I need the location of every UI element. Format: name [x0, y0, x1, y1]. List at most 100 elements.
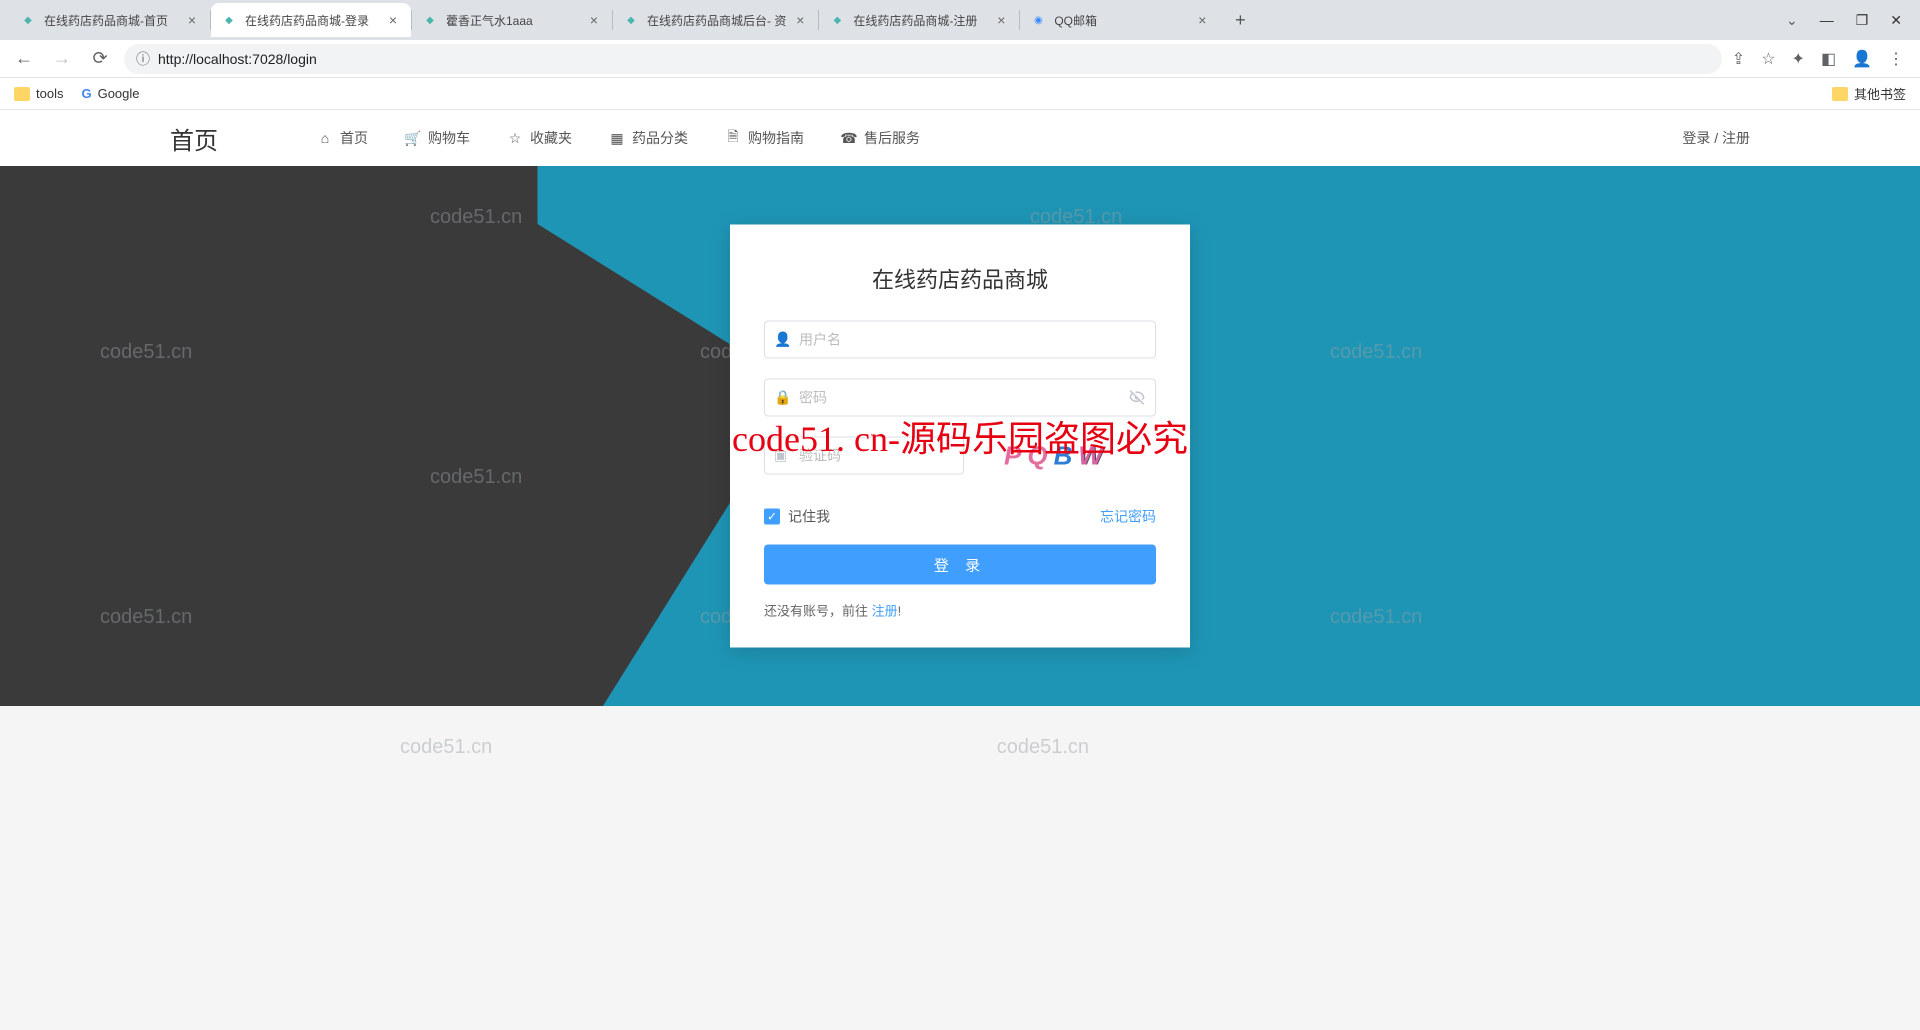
- tab-product[interactable]: ◆ 藿香正气水1aaa ×: [412, 3, 612, 37]
- nav-login-register[interactable]: 登录 / 注册: [1682, 128, 1750, 148]
- nav-item-categories[interactable]: ▦ 药品分类: [610, 128, 688, 148]
- close-icon[interactable]: ×: [993, 12, 1009, 28]
- extensions-icon[interactable]: ✦: [1792, 49, 1805, 69]
- remember-checkbox[interactable]: ✓ 记住我: [764, 507, 830, 527]
- watermark: code51.cn: [100, 341, 192, 364]
- forward-button[interactable]: →: [48, 45, 76, 73]
- favicon-icon: ◆: [221, 12, 237, 28]
- tab-admin[interactable]: ◆ 在线药店药品商城后台- 资 ×: [613, 3, 818, 37]
- url-input[interactable]: ⓘ http://localhost:7028/login: [124, 44, 1722, 74]
- watermark: code51.cn: [997, 736, 1089, 759]
- tab-title: QQ邮箱: [1054, 12, 1188, 29]
- eye-off-icon[interactable]: [1128, 389, 1146, 407]
- browser-chrome: ◆ 在线药店药品商城-首页 × ◆ 在线药店药品商城-登录 × ◆ 藿香正气水1…: [0, 0, 1920, 110]
- watermark: code51.cn: [430, 466, 522, 489]
- watermark: code51.cn: [1330, 606, 1422, 629]
- bookmarks-bar: tools G Google 其他书签: [0, 78, 1920, 110]
- doc-icon: 🗎: [726, 131, 740, 145]
- watermark: code51.cn: [400, 736, 492, 759]
- remember-label-text: 记住我: [788, 507, 830, 527]
- nav-label: 购物指南: [748, 128, 804, 148]
- favicon-icon: ◆: [422, 12, 438, 28]
- watermark: code51.cn: [100, 606, 192, 629]
- toolbar-icons: ⇪ ☆ ✦ ◧ 👤 ⋮: [1732, 49, 1910, 69]
- tab-title: 在线药店药品商城-首页: [44, 12, 178, 29]
- favicon-icon: ◆: [20, 12, 36, 28]
- tab-login[interactable]: ◆ 在线药店药品商城-登录 ×: [211, 3, 411, 37]
- nav-item-home[interactable]: ⌂ 首页: [318, 128, 368, 148]
- login-title: 在线药店药品商城: [764, 263, 1156, 295]
- close-icon[interactable]: ×: [792, 12, 808, 28]
- bookmark-other[interactable]: 其他书签: [1832, 84, 1906, 103]
- folder-icon: [14, 87, 30, 101]
- page-title: 首页: [170, 121, 218, 156]
- tab-register[interactable]: ◆ 在线药店药品商城-注册 ×: [819, 3, 1019, 37]
- tab-home[interactable]: ◆ 在线药店药品商城-首页 ×: [10, 3, 210, 37]
- minimize-icon[interactable]: ―: [1820, 12, 1834, 28]
- home-icon: ⌂: [318, 131, 332, 145]
- forgot-password-link[interactable]: 忘记密码: [1100, 507, 1156, 527]
- grid-icon: ▦: [610, 131, 624, 145]
- exclaim: !: [898, 604, 902, 619]
- captcha-image[interactable]: PQBW: [1004, 440, 1109, 471]
- close-icon[interactable]: ×: [1194, 12, 1210, 28]
- username-input[interactable]: [764, 321, 1156, 359]
- watermark: code51.cn: [1330, 341, 1422, 364]
- close-icon[interactable]: ×: [385, 12, 401, 28]
- tab-qqmail[interactable]: ◉ QQ邮箱 ×: [1020, 3, 1220, 37]
- favicon-icon: ◉: [1030, 12, 1046, 28]
- tab-dropdown-icon[interactable]: ⌄: [1786, 12, 1798, 29]
- back-button[interactable]: ←: [10, 45, 38, 73]
- remember-row: ✓ 记住我 忘记密码: [764, 507, 1156, 527]
- captcha-input[interactable]: [764, 437, 964, 475]
- window-controls: ⌄ ― ❐ ✕: [1768, 12, 1920, 29]
- captcha-row: ▣ PQBW: [764, 437, 1156, 475]
- nav-label: 药品分类: [632, 128, 688, 148]
- bookmark-star-icon[interactable]: ☆: [1761, 49, 1775, 69]
- sidepanel-icon[interactable]: ◧: [1821, 49, 1836, 69]
- close-icon[interactable]: ×: [586, 12, 602, 28]
- address-bar: ← → ⟳ ⓘ http://localhost:7028/login ⇪ ☆ …: [0, 40, 1920, 78]
- favicon-icon: ◆: [829, 12, 845, 28]
- password-input[interactable]: [764, 379, 1156, 417]
- page-footer: code51.cn code51.cn: [0, 706, 1920, 826]
- url-text: http://localhost:7028/login: [158, 51, 317, 67]
- register-link[interactable]: 注册: [872, 604, 898, 619]
- bookmark-label: Google: [98, 86, 140, 101]
- favicon-icon: ◆: [623, 12, 639, 28]
- close-icon[interactable]: ×: [184, 12, 200, 28]
- bookmark-google[interactable]: G Google: [81, 86, 139, 101]
- nav-item-guide[interactable]: 🗎 购物指南: [726, 128, 804, 148]
- nav-item-favorites[interactable]: ☆ 收藏夹: [508, 128, 572, 148]
- nav-label: 首页: [340, 128, 368, 148]
- reload-button[interactable]: ⟳: [86, 45, 114, 73]
- nav-label: 收藏夹: [530, 128, 572, 148]
- user-icon: 👤: [774, 331, 791, 348]
- profile-icon[interactable]: 👤: [1852, 49, 1872, 69]
- bookmark-tools[interactable]: tools: [14, 86, 63, 101]
- cart-icon: 🛒: [406, 131, 420, 145]
- lock-icon: 🔒: [774, 389, 791, 406]
- site-info-icon[interactable]: ⓘ: [136, 49, 150, 69]
- new-tab-button[interactable]: +: [1226, 6, 1254, 34]
- nav-item-service[interactable]: ☎售后服务: [842, 128, 920, 148]
- nav-item-cart[interactable]: 🛒 购物车: [406, 128, 470, 148]
- nav-items: ⌂ 首页 🛒 购物车 ☆ 收藏夹 ▦ 药品分类 🗎 购物指南 ☎售后服务: [318, 128, 920, 148]
- menu-icon[interactable]: ⋮: [1888, 49, 1904, 69]
- site-navbar: 首页 ⌂ 首页 🛒 购物车 ☆ 收藏夹 ▦ 药品分类 🗎 购物指南 ☎售后服务 登录 / …: [0, 110, 1920, 166]
- tab-title: 在线药店药品商城-注册: [853, 12, 987, 29]
- login-button[interactable]: 登 录: [764, 545, 1156, 585]
- window-close-icon[interactable]: ✕: [1890, 12, 1902, 29]
- login-card: 在线药店药品商城 👤 🔒 ▣ PQBW ✓ 记住我: [730, 225, 1190, 648]
- no-account-text: 还没有账号，前往: [764, 604, 872, 619]
- nav-label: 购物车: [428, 128, 470, 148]
- checkbox-checked-icon: ✓: [764, 509, 780, 525]
- star-icon: ☆: [508, 131, 522, 145]
- watermark: code51.cn: [430, 206, 522, 229]
- tab-title: 藿香正气水1aaa: [446, 12, 580, 29]
- share-icon[interactable]: ⇪: [1732, 49, 1745, 69]
- maximize-icon[interactable]: ❐: [1856, 12, 1869, 29]
- hero-section: code51.cn code51.cn code51.cn code51.cn …: [0, 166, 1920, 706]
- folder-icon: [1832, 87, 1848, 101]
- register-prompt: 还没有账号，前往 注册!: [764, 601, 1156, 620]
